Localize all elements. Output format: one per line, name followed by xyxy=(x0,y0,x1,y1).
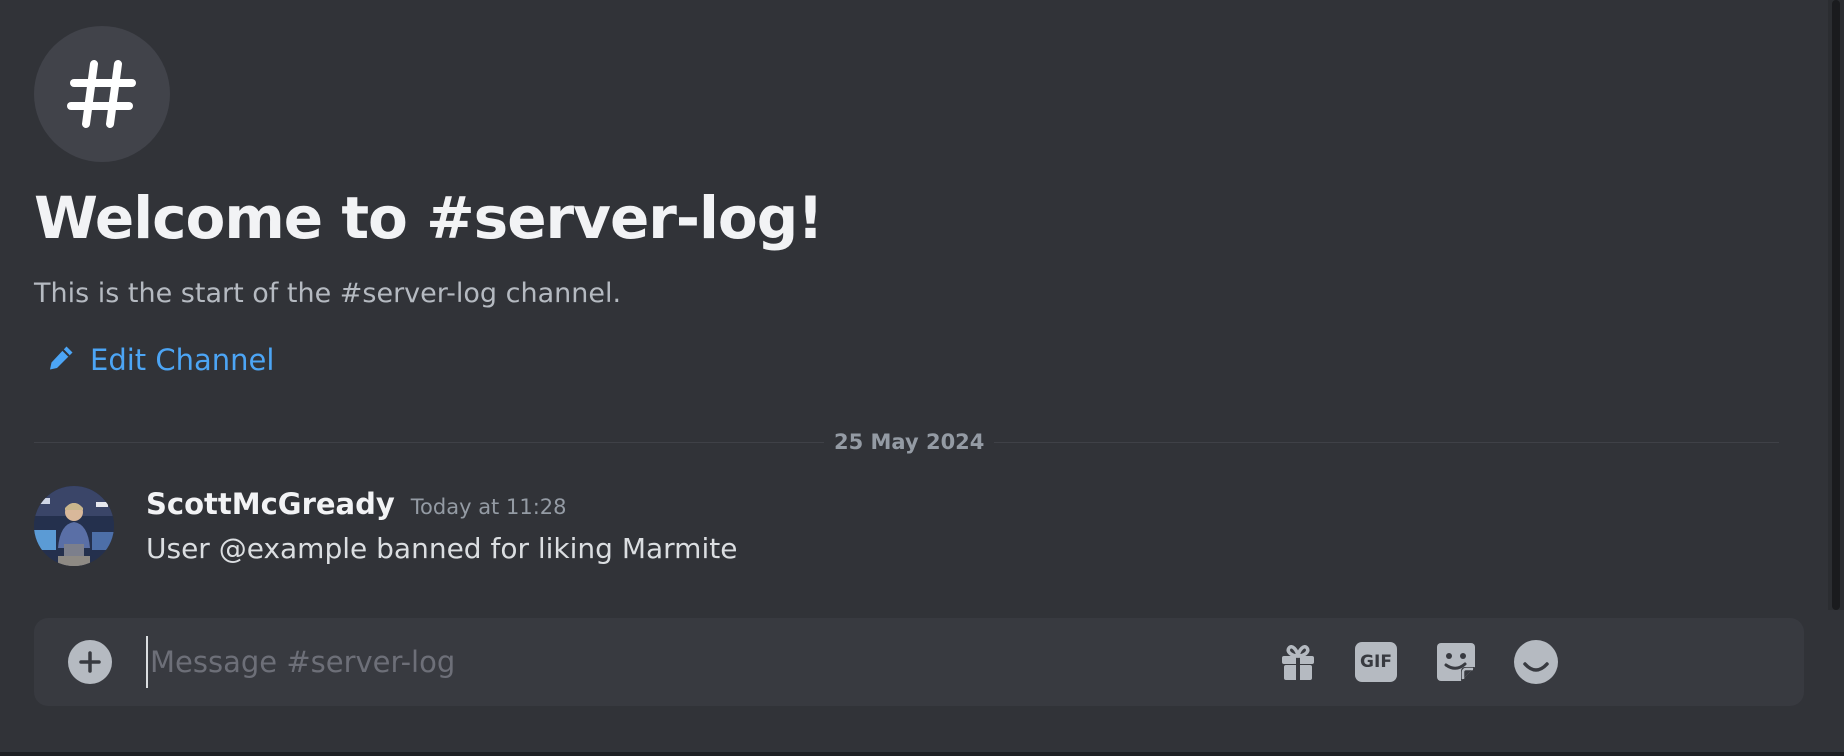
date-divider-label: 25 May 2024 xyxy=(824,428,995,456)
plus-circle-icon[interactable] xyxy=(68,640,112,684)
welcome-subtitle: This is the start of the #server-log cha… xyxy=(34,278,622,309)
gif-label: GIF xyxy=(1355,642,1397,682)
hash-icon xyxy=(34,26,170,162)
edit-channel-label: Edit Channel xyxy=(90,343,275,377)
gif-button[interactable]: GIF xyxy=(1352,638,1400,686)
message-input[interactable] xyxy=(146,636,1470,688)
message-header: ScottMcGready Today at 11:28 xyxy=(146,484,567,524)
emoji-icon[interactable] xyxy=(1512,638,1560,686)
avatar[interactable] xyxy=(34,486,114,566)
gift-icon[interactable] xyxy=(1274,638,1322,686)
bottom-strip xyxy=(0,752,1844,756)
scrollbar-thumb[interactable] xyxy=(1832,0,1840,610)
sticker-icon[interactable] xyxy=(1432,638,1480,686)
pencil-icon xyxy=(46,343,76,377)
message-author[interactable]: ScottMcGready xyxy=(146,484,395,524)
message-content: User @example banned for liking Marmite xyxy=(146,532,738,565)
message-timestamp: Today at 11:28 xyxy=(410,495,567,519)
chat-view: Welcome to #server-log! This is the star… xyxy=(0,0,1844,756)
welcome-title: Welcome to #server-log! xyxy=(34,184,824,252)
edit-channel-button[interactable]: Edit Channel xyxy=(46,340,274,380)
message-composer: GIF xyxy=(34,618,1804,706)
scrollbar-track[interactable] xyxy=(1828,0,1844,610)
